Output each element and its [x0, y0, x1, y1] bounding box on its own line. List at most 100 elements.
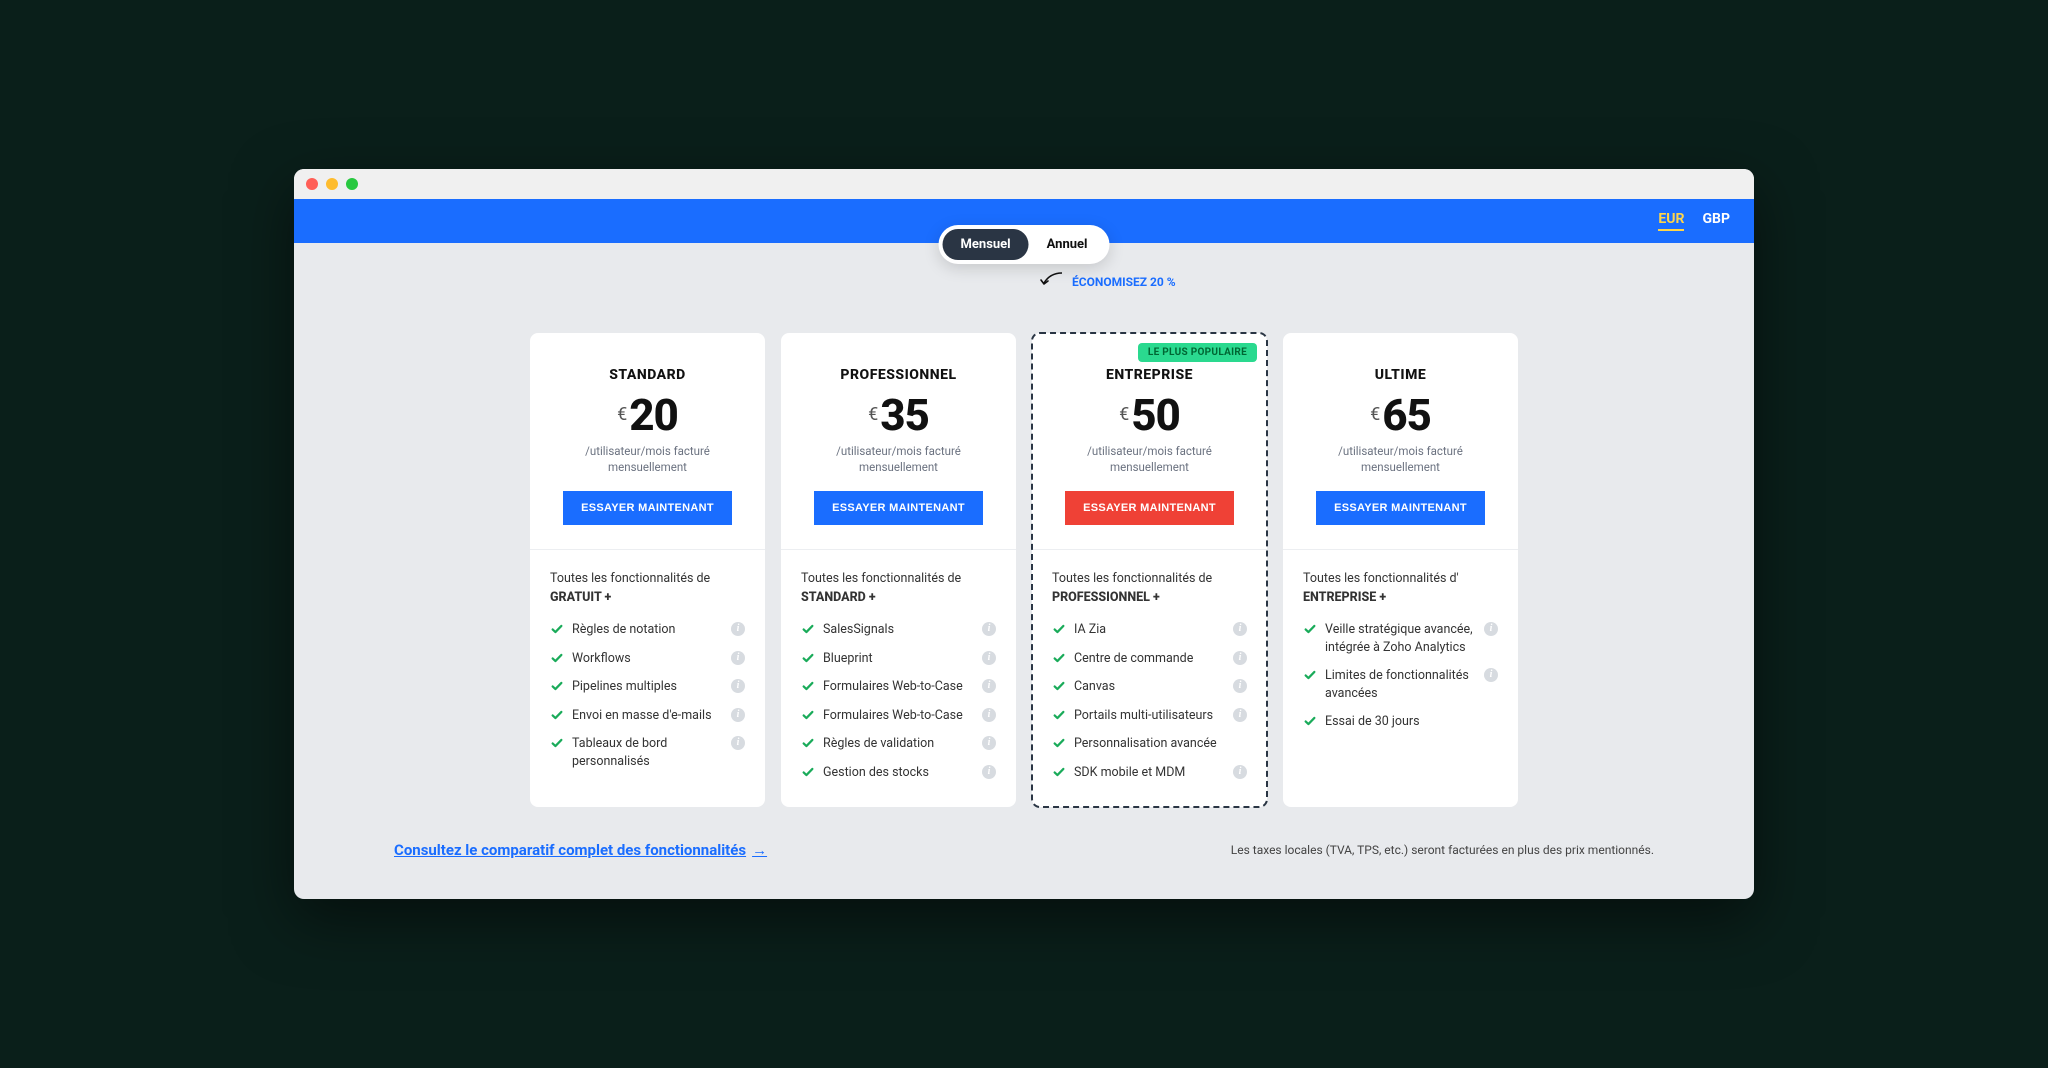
price-amount: 20 — [629, 393, 678, 437]
check-icon — [550, 736, 564, 750]
tax-disclaimer: Les taxes locales (TVA, TPS, etc.) seron… — [1231, 843, 1654, 857]
check-icon — [550, 679, 564, 693]
currency-symbol: € — [617, 404, 627, 425]
feature-label: Gestion des stocks — [823, 764, 929, 782]
feature-label: Centre de commande — [1074, 650, 1193, 668]
check-icon — [1303, 668, 1317, 682]
try-now-button[interactable]: ESSAYER MAINTENANT — [1065, 491, 1234, 525]
check-icon — [550, 651, 564, 665]
price-subtext: /utilisateur/mois facturé mensuellement — [819, 443, 979, 475]
currency-symbol: € — [1370, 404, 1380, 425]
info-icon[interactable]: i — [1233, 708, 1247, 722]
feature-label: Formulaires Web-to-Case — [823, 707, 963, 725]
currency-tab-eur[interactable]: EUR — [1658, 211, 1684, 231]
window-close-button[interactable] — [306, 178, 318, 190]
compare-link-text: Consultez le comparatif complet des fonc… — [394, 841, 746, 859]
feature-label: Règles de notation — [572, 621, 675, 639]
try-now-button[interactable]: ESSAYER MAINTENANT — [563, 491, 732, 525]
popular-badge: LE PLUS POPULAIRE — [1138, 343, 1257, 362]
feature-item: Essai de 30 jours — [1303, 713, 1498, 731]
check-icon — [1052, 736, 1066, 750]
info-icon[interactable]: i — [1233, 622, 1247, 636]
plan-price: €20 — [550, 393, 745, 437]
plan-body: Toutes les fonctionnalités de STANDARD +… — [781, 550, 1016, 808]
info-icon[interactable]: i — [731, 708, 745, 722]
info-icon[interactable]: i — [1233, 679, 1247, 693]
info-icon[interactable]: i — [982, 622, 996, 636]
plan-card-standard: STANDARD€20/utilisateur/mois facturé men… — [530, 333, 765, 808]
inherit-plan-name: GRATUIT + — [550, 590, 611, 605]
feature-item: Portails multi-utilisateurs i — [1052, 707, 1247, 725]
info-icon[interactable]: i — [1484, 668, 1498, 682]
check-icon — [1052, 651, 1066, 665]
plan-name: PROFESSIONNEL — [801, 367, 996, 383]
feature-label: Canvas — [1074, 678, 1115, 696]
plan-price: €35 — [801, 393, 996, 437]
feature-item: Canvas i — [1052, 678, 1247, 696]
feature-list: SalesSignalsiBlueprintiFormulaires Web-t… — [801, 621, 996, 781]
info-icon[interactable]: i — [731, 651, 745, 665]
feature-item: Blueprinti — [801, 650, 996, 668]
feature-item: Envoi en masse d'e-mailsi — [550, 707, 745, 725]
plan-card-ultime: ULTIME€65/utilisateur/mois facturé mensu… — [1283, 333, 1518, 808]
info-icon[interactable]: i — [1233, 651, 1247, 665]
info-icon[interactable]: i — [982, 736, 996, 750]
feature-item: IA Ziai — [1052, 621, 1247, 639]
check-icon — [1052, 708, 1066, 722]
feature-item: Règles de validationi — [801, 735, 996, 753]
check-icon — [801, 736, 815, 750]
info-icon[interactable]: i — [982, 679, 996, 693]
feature-item: SDK mobile et MDM i — [1052, 764, 1247, 782]
feature-label: Limites de fonctionnalités avancées — [1325, 667, 1478, 702]
feature-label: Veille stratégique avancée, intégrée à Z… — [1325, 621, 1478, 656]
window-maximize-button[interactable] — [346, 178, 358, 190]
info-icon[interactable]: i — [982, 708, 996, 722]
inherit-prefix: Toutes les fonctionnalités de — [1052, 571, 1212, 586]
plans-row: STANDARD€20/utilisateur/mois facturé men… — [394, 333, 1654, 808]
info-icon[interactable]: i — [982, 651, 996, 665]
info-icon[interactable]: i — [1484, 622, 1498, 636]
feature-label: Formulaires Web-to-Case — [823, 678, 963, 696]
inherit-line: Toutes les fonctionnalités d' ENTREPRISE… — [1303, 570, 1498, 608]
try-now-button[interactable]: ESSAYER MAINTENANT — [1316, 491, 1485, 525]
plan-head: STANDARD€20/utilisateur/mois facturé men… — [530, 333, 765, 550]
feature-label: Personnalisation avancée — [1074, 735, 1217, 753]
inherit-line: Toutes les fonctionnalités de GRATUIT + — [550, 570, 745, 608]
inherit-plan-name: STANDARD + — [801, 590, 876, 605]
feature-item: Gestion des stocks i — [801, 764, 996, 782]
info-icon[interactable]: i — [731, 622, 745, 636]
feature-label: Portails multi-utilisateurs — [1074, 707, 1213, 725]
currency-tab-gbp[interactable]: GBP — [1702, 211, 1730, 231]
feature-label: SDK mobile et MDM — [1074, 764, 1185, 782]
info-icon[interactable]: i — [731, 736, 745, 750]
arrow-right-icon: → — [752, 841, 767, 859]
feature-item: Pipelines multiplesi — [550, 678, 745, 696]
try-now-button[interactable]: ESSAYER MAINTENANT — [814, 491, 983, 525]
top-bar: EURGBP Mensuel Annuel ÉCONOMISEZ 20 % — [294, 199, 1754, 243]
billing-monthly-option[interactable]: Mensuel — [943, 229, 1029, 260]
info-icon[interactable]: i — [731, 679, 745, 693]
compare-features-link[interactable]: Consultez le comparatif complet des fonc… — [394, 841, 767, 859]
feature-item: Règles de notation i — [550, 621, 745, 639]
footer-row: Consultez le comparatif complet des fonc… — [394, 841, 1654, 859]
inherit-prefix: Toutes les fonctionnalités de — [550, 571, 710, 586]
check-icon — [801, 622, 815, 636]
window-minimize-button[interactable] — [326, 178, 338, 190]
price-amount: 50 — [1131, 393, 1180, 437]
billing-yearly-option[interactable]: Annuel — [1029, 229, 1106, 260]
feature-list: Règles de notationiWorkflowsiPipelines m… — [550, 621, 745, 770]
plan-price: €65 — [1303, 393, 1498, 437]
savings-callout: ÉCONOMISEZ 20 % — [1042, 273, 1176, 291]
plan-head: ULTIME€65/utilisateur/mois facturé mensu… — [1283, 333, 1518, 550]
plan-head: PROFESSIONNEL €35/utilisateur/mois factur… — [781, 333, 1016, 550]
feature-label: Workflows — [572, 650, 631, 668]
inherit-plan-name: PROFESSIONNEL + — [1052, 590, 1160, 605]
check-icon — [801, 679, 815, 693]
info-icon[interactable]: i — [1233, 765, 1247, 779]
plan-name: ENTREPRISE — [1052, 367, 1247, 383]
plan-body: Toutes les fonctionnalités de GRATUIT + R… — [530, 550, 765, 808]
feature-item: Tableaux de bord personnalisési — [550, 735, 745, 770]
browser-window: EUR GBP Mensuel Annuel ÉCONOMISEZ 20 % ST… — [294, 169, 1754, 900]
info-icon[interactable]: i — [982, 765, 996, 779]
feature-item: Formulaires Web-to-Case i — [801, 707, 996, 725]
